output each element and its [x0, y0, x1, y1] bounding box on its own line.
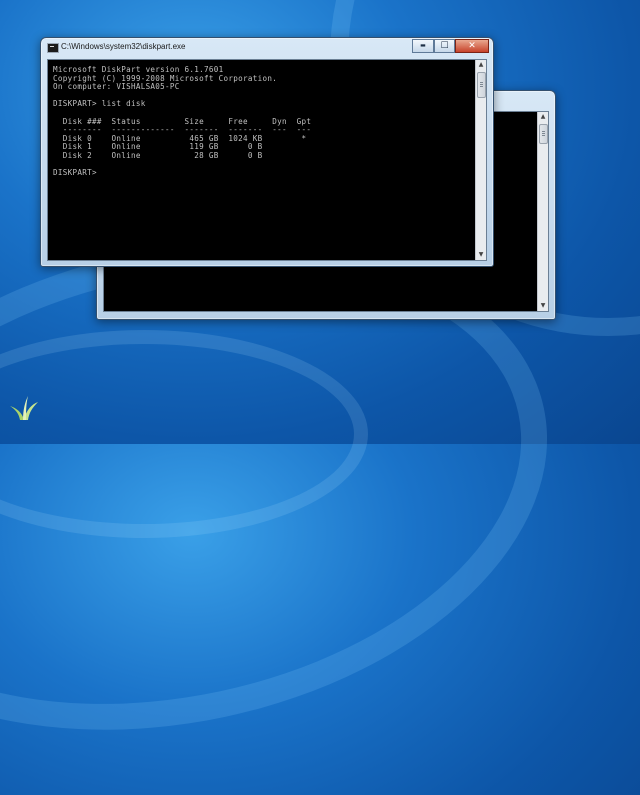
- back-scroll-down-icon[interactable]: ▼: [538, 301, 548, 311]
- console-line: On computer: VISHALSA05-PC: [53, 82, 180, 92]
- vertical-scrollbar[interactable]: ▲ ▼: [475, 60, 486, 260]
- disk-table-row: Disk 2 Online 28 GB 0 B: [53, 150, 263, 160]
- maximize-button[interactable]: ☐: [434, 39, 455, 53]
- command-prompt[interactable]: DISKPART>: [53, 169, 311, 178]
- scroll-down-icon[interactable]: ▼: [476, 250, 486, 260]
- console-icon: [47, 43, 59, 53]
- diskpart-console-window[interactable]: C:\Windows\system32\diskpart.exe ▬ ☐ ✕ M…: [40, 37, 494, 267]
- command-prompt-line: DISKPART> list disk: [53, 99, 146, 109]
- back-vertical-scrollbar[interactable]: ▲ ▼: [537, 112, 548, 311]
- minimize-button[interactable]: ▬: [412, 39, 434, 53]
- console-area[interactable]: Microsoft DiskPart version 6.1.7601 Copyr…: [47, 59, 487, 261]
- window-title: C:\Windows\system32\diskpart.exe: [61, 42, 186, 51]
- scroll-thumb[interactable]: [477, 72, 486, 98]
- console-output: Microsoft DiskPart version 6.1.7601 Copyr…: [53, 65, 311, 178]
- windows-logo-icon: [10, 396, 38, 420]
- scroll-up-icon[interactable]: ▲: [476, 60, 486, 70]
- close-button[interactable]: ✕: [455, 39, 489, 53]
- back-scroll-thumb[interactable]: [539, 124, 548, 144]
- back-scroll-up-icon[interactable]: ▲: [538, 112, 548, 122]
- window-titlebar[interactable]: C:\Windows\system32\diskpart.exe ▬ ☐ ✕: [41, 38, 493, 58]
